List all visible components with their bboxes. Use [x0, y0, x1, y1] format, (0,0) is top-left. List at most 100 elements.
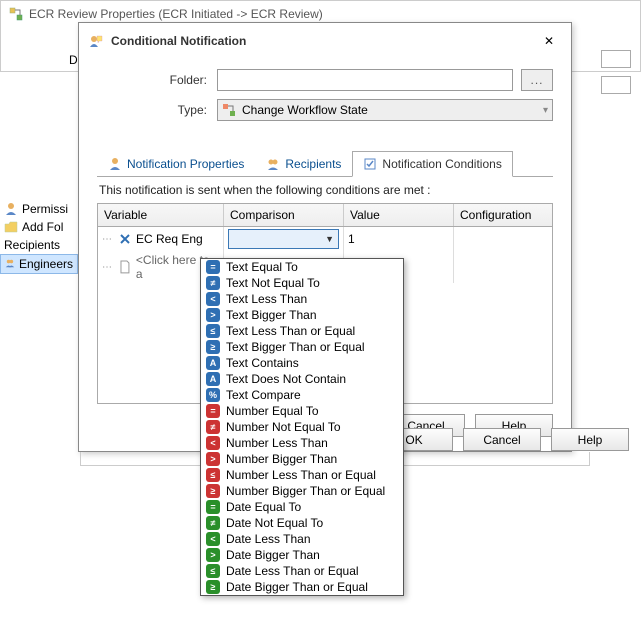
- operator-icon: ≤: [206, 468, 220, 482]
- operator-icon: %: [206, 388, 220, 402]
- cell-comparison[interactable]: ▼: [224, 227, 344, 251]
- dropdown-item-label: Date Less Than or Equal: [226, 564, 359, 578]
- dropdown-item[interactable]: = Date Equal To: [201, 499, 403, 515]
- type-label: Type:: [97, 103, 217, 117]
- operator-icon: =: [206, 260, 220, 274]
- dropdown-item[interactable]: A Text Contains: [201, 355, 403, 371]
- dropdown-item-label: Number Less Than: [226, 436, 328, 450]
- operator-icon: A: [206, 356, 220, 370]
- operator-icon: A: [206, 372, 220, 386]
- operator-icon: >: [206, 452, 220, 466]
- dropdown-item-label: Date Equal To: [226, 500, 301, 514]
- person-badge-icon: [108, 157, 122, 171]
- tab-notification-conditions[interactable]: Notification Conditions: [352, 151, 512, 177]
- person-icon: [4, 202, 18, 216]
- outer-field-2[interactable]: [601, 76, 631, 94]
- cell-variable[interactable]: ⋯ EC Req Eng: [98, 227, 224, 251]
- sidebar-label: Engineers: [19, 257, 73, 271]
- cell-configuration[interactable]: [454, 227, 552, 251]
- browse-button[interactable]: ...: [521, 69, 553, 91]
- dropdown-item[interactable]: ≤ Date Less Than or Equal: [201, 563, 403, 579]
- operator-icon: <: [206, 292, 220, 306]
- dropdown-item-label: Text Bigger Than: [226, 308, 317, 322]
- parent-cancel-button[interactable]: Cancel: [463, 428, 541, 451]
- dropdown-item[interactable]: A Text Does Not Contain: [201, 371, 403, 387]
- operator-icon: =: [206, 500, 220, 514]
- comparison-dropdown-trigger[interactable]: ▼: [228, 229, 339, 249]
- group-icon: [5, 257, 15, 271]
- dropdown-item-label: Date Bigger Than or Equal: [226, 580, 368, 594]
- dropdown-item-label: Number Bigger Than: [226, 452, 337, 466]
- col-variable[interactable]: Variable: [98, 204, 224, 226]
- col-configuration[interactable]: Configuration: [454, 204, 552, 226]
- group-icon: [266, 157, 280, 171]
- sidebar-item-add-folder[interactable]: Add Fol: [0, 218, 78, 236]
- tab-label: Notification Properties: [127, 157, 244, 171]
- sidebar-item-permissions[interactable]: Permissi: [0, 200, 78, 218]
- dropdown-item[interactable]: <Date Less Than: [201, 531, 403, 547]
- tree-connector: ⋯: [102, 262, 114, 273]
- dropdown-item-label: Text Less Than or Equal: [226, 324, 355, 338]
- notification-icon: [89, 34, 103, 48]
- sidebar: Permissi Add Fol Recipients Engineers: [0, 200, 78, 274]
- dropdown-item[interactable]: ≠Date Not Equal To: [201, 515, 403, 531]
- dropdown-item[interactable]: >Date Bigger Than: [201, 547, 403, 563]
- dropdown-item-label: Date Not Equal To: [226, 516, 323, 530]
- dialog-title: Conditional Notification: [111, 34, 246, 48]
- chevron-down-icon: ▼: [325, 234, 334, 244]
- cell-variable-text: EC Req Eng: [136, 232, 203, 246]
- dropdown-item-label: Date Less Than: [226, 532, 311, 546]
- folder-input[interactable]: [217, 69, 513, 91]
- dropdown-item[interactable]: ≤Number Less Than or Equal: [201, 467, 403, 483]
- dropdown-item-label: Text Contains: [226, 356, 299, 370]
- conditions-hint: This notification is sent when the follo…: [97, 177, 553, 203]
- operator-icon: >: [206, 308, 220, 322]
- table-row[interactable]: ⋯ EC Req Eng ▼ 1: [98, 227, 552, 251]
- tab-notification-properties[interactable]: Notification Properties: [97, 151, 255, 176]
- close-button[interactable]: ✕: [537, 29, 561, 53]
- operator-icon: <: [206, 436, 220, 450]
- variable-x-icon: [118, 232, 132, 246]
- sidebar-label: Add Fol: [22, 220, 63, 234]
- type-select[interactable]: Change Workflow State ▾: [217, 99, 553, 121]
- dropdown-item-label: Number Equal To: [226, 404, 319, 418]
- col-comparison[interactable]: Comparison: [224, 204, 344, 226]
- sidebar-label: Permissi: [22, 202, 68, 216]
- dropdown-item[interactable]: ≠ Text Not Equal To: [201, 275, 403, 291]
- dialog-titlebar: Conditional Notification ✕: [79, 23, 571, 59]
- dropdown-item[interactable]: % Text Compare: [201, 387, 403, 403]
- sidebar-item-recipients: Recipients: [0, 236, 78, 254]
- conditions-icon: [363, 157, 377, 171]
- sidebar-item-engineers[interactable]: Engineers: [0, 254, 78, 274]
- operator-icon: ≠: [206, 276, 220, 290]
- dropdown-item-label: Text Not Equal To: [226, 276, 320, 290]
- dropdown-item-label: Number Bigger Than or Equal: [226, 484, 385, 498]
- dropdown-item[interactable]: < Number Less Than: [201, 435, 403, 451]
- tab-recipients[interactable]: Recipients: [255, 151, 352, 176]
- parent-help-button[interactable]: Help: [551, 428, 629, 451]
- dropdown-item[interactable]: =Number Equal To: [201, 403, 403, 419]
- type-value: Change Workflow State: [242, 103, 368, 117]
- dropdown-item[interactable]: =Text Equal To: [201, 259, 403, 275]
- dropdown-item[interactable]: ≥Text Bigger Than or Equal: [201, 339, 403, 355]
- dropdown-item-label: Text Less Than: [226, 292, 307, 306]
- comparison-dropdown[interactable]: =Text Equal To≠ Text Not Equal To < Text Le…: [200, 258, 404, 596]
- dropdown-item[interactable]: ≥Date Bigger Than or Equal: [201, 579, 403, 595]
- outer-field-1[interactable]: [601, 50, 631, 68]
- dropdown-item[interactable]: < Text Less Than: [201, 291, 403, 307]
- operator-icon: ≤: [206, 564, 220, 578]
- dropdown-item[interactable]: > Text Bigger Than: [201, 307, 403, 323]
- close-icon: ✕: [544, 34, 554, 48]
- cell-value[interactable]: 1: [344, 227, 454, 251]
- grid-header: Variable Comparison Value Configuration: [97, 203, 553, 226]
- tab-bar: Notification Properties Recipients Notif…: [97, 151, 553, 177]
- dropdown-item[interactable]: > Number Bigger Than: [201, 451, 403, 467]
- col-value[interactable]: Value: [344, 204, 454, 226]
- workflow-state-icon: [222, 103, 236, 117]
- dropdown-item[interactable]: ≤Text Less Than or Equal: [201, 323, 403, 339]
- dropdown-item-label: Text Compare: [226, 388, 301, 402]
- dropdown-item-label: Text Does Not Contain: [226, 372, 346, 386]
- dropdown-item[interactable]: ≥Number Bigger Than or Equal: [201, 483, 403, 499]
- dropdown-item[interactable]: ≠Number Not Equal To: [201, 419, 403, 435]
- workflow-icon: [9, 7, 23, 21]
